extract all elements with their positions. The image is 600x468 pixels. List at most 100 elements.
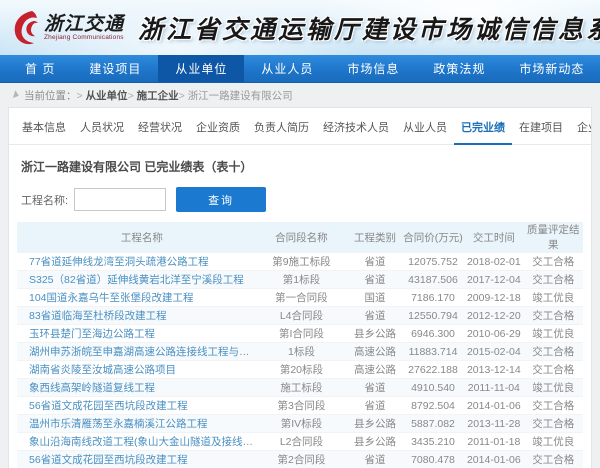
column-header-contract-section: 合同段名称 [255, 222, 348, 253]
tab[interactable]: 在建项目 [512, 117, 570, 145]
table-header-row: 工程名称 合同段名称 工程类别 合同价(万元) 交工时间 质量评定结果 [17, 222, 583, 253]
project-name-link[interactable]: 83省道临海至杜桥段改建工程 [29, 310, 167, 322]
quality-result-cell: 交工合格 [524, 397, 583, 415]
contract-section-cell: 第1标段 [255, 271, 348, 289]
filter-row: 工程名称: 查询 [21, 187, 579, 212]
tab[interactable]: 从业人员 [396, 117, 454, 145]
table-row: 象西线高架岭隧道复线工程 施工标段 省道 4910.540 2011-11-04… [17, 379, 583, 397]
breadcrumb-item[interactable]: 浙江一路建设有限公司 [179, 88, 293, 103]
table-row: 104国道永嘉乌牛至张堡段改建工程 第一合同段 国道 7186.170 2009… [17, 289, 583, 307]
contract-price-cell: 3435.210 [402, 433, 464, 451]
tab[interactable]: 基本信息 [15, 117, 73, 145]
company-detail-card: 基本信息 人员状况 经营状况 企业资质 负责人简历 经济技术人员 从业人员 已完… [8, 107, 592, 468]
tab[interactable]: 已完业绩 [454, 117, 512, 145]
column-header-project-category: 工程类别 [348, 222, 402, 253]
handover-date-cell: 2013-12-14 [464, 361, 523, 379]
project-name-link[interactable]: S325（82省道）延伸线黄岩北洋至宁溪段工程 [29, 274, 244, 286]
project-name-link[interactable]: 56省道文成花园至西坑段改建工程 [29, 454, 188, 466]
completed-projects-table: 工程名称 合同段名称 工程类别 合同价(万元) 交工时间 质量评定结果 77省道… [17, 222, 583, 468]
handover-date-cell: 2017-12-04 [464, 271, 523, 289]
project-name-link[interactable]: 湖南省炎陵至汝城高速公路项目 [29, 364, 176, 376]
contract-price-cell: 27622.188 [402, 361, 464, 379]
contract-price-cell: 43187.506 [402, 271, 464, 289]
site-title: 浙江省交通运输厅建设市场诚信信息系统 [138, 10, 600, 46]
tab[interactable]: 企业科技 [570, 117, 592, 145]
quality-result-cell: 交工合格 [524, 451, 583, 468]
breadcrumb-item[interactable]: 从业单位 [77, 88, 128, 103]
table-row: 77省道延伸线龙湾至洞头疏港公路工程 第9施工标段 省道 12075.752 2… [17, 253, 583, 271]
column-header-project-name: 工程名称 [17, 222, 255, 253]
breadcrumb: 当前位置： 从业单位 施工企业 浙江一路建设有限公司 [0, 83, 600, 107]
table-row: 温州市乐清雁荡至永嘉楠溪江公路工程 第IV标段 县乡公路 5887.082 20… [17, 415, 583, 433]
project-name-cell: S325（82省道）延伸线黄岩北洋至宁溪段工程 [17, 271, 255, 289]
handover-date-cell: 2011-01-18 [464, 433, 523, 451]
quality-result-cell: 竣工优良 [524, 325, 583, 343]
handover-date-cell: 2014-01-06 [464, 397, 523, 415]
column-header-handover-date: 交工时间 [464, 222, 523, 253]
tab[interactable]: 人员状况 [73, 117, 131, 145]
project-name-link[interactable]: 77省道延伸线龙湾至洞头疏港公路工程 [29, 256, 209, 268]
project-name-link[interactable]: 56省道文成花园至西坑段改建工程 [29, 400, 188, 412]
tab[interactable]: 经营状况 [131, 117, 189, 145]
table-row: 56省道文成花园至西坑段改建工程 第2合同段 省道 7080.478 2014-… [17, 451, 583, 468]
project-name-cell: 56省道文成花园至西坑段改建工程 [17, 397, 255, 415]
logo-text-en: Zhejiang Communications [44, 34, 124, 41]
handover-date-cell: 2018-02-01 [464, 253, 523, 271]
nav-item[interactable]: 市场信息 [330, 55, 416, 82]
nav-item[interactable]: 政策法规 [416, 55, 502, 82]
project-name-cell: 温州市乐清雁荡至永嘉楠溪江公路工程 [17, 415, 255, 433]
nav-item[interactable]: 市场新动态 [502, 55, 600, 82]
handover-date-cell: 2009-12-18 [464, 289, 523, 307]
quality-result-cell: 竣工优良 [524, 289, 583, 307]
quality-result-cell: 竣工优良 [524, 433, 583, 451]
nav-item[interactable]: 建设项目 [72, 55, 158, 82]
nav-item[interactable]: 从业单位 [158, 55, 244, 82]
quality-result-cell: 竣工优良 [524, 379, 583, 397]
contract-section-cell: 第IV标段 [255, 415, 348, 433]
quality-result-cell: 交工合格 [524, 253, 583, 271]
project-category-cell: 高速公路 [348, 361, 402, 379]
project-category-cell: 县乡公路 [348, 433, 402, 451]
project-name-link[interactable]: 湖州申苏浙皖至申嘉湖高速公路连接线工程与吴兴大道交叉段设计变更施工 [29, 346, 255, 358]
logo-text-cn: 浙江交通 [44, 14, 124, 34]
handover-date-cell: 2010-06-29 [464, 325, 523, 343]
table-row: S325（82省道）延伸线黄岩北洋至宁溪段工程 第1标段 省道 43187.50… [17, 271, 583, 289]
search-button[interactable]: 查询 [176, 187, 266, 212]
project-name-label: 工程名称: [21, 192, 68, 208]
table-row: 象山沿海南线改道工程(象山大金山隧道及接线工程) L2合同段 县乡公路 3435… [17, 433, 583, 451]
project-name-link[interactable]: 象西线高架岭隧道复线工程 [29, 382, 155, 394]
project-name-link[interactable]: 象山沿海南线改道工程(象山大金山隧道及接线工程) [29, 436, 255, 448]
quality-result-cell: 交工合格 [524, 415, 583, 433]
project-name-link[interactable]: 温州市乐清雁荡至永嘉楠溪江公路工程 [29, 418, 208, 430]
project-name-link[interactable]: 104国道永嘉乌牛至张堡段改建工程 [29, 292, 194, 304]
tab[interactable]: 经济技术人员 [316, 117, 396, 145]
project-category-cell: 高速公路 [348, 343, 402, 361]
contract-section-cell: L2合同段 [255, 433, 348, 451]
company-tabs: 基本信息 人员状况 经营状况 企业资质 负责人简历 经济技术人员 从业人员 已完… [9, 108, 591, 145]
breadcrumb-prefix: 当前位置： [24, 88, 77, 103]
site-header: 浙江交通 Zhejiang Communications 浙江省交通运输厅建设市… [0, 0, 600, 55]
project-name-cell: 玉环县楚门至海边公路工程 [17, 325, 255, 343]
tab[interactable]: 企业资质 [189, 117, 247, 145]
project-category-cell: 县乡公路 [348, 415, 402, 433]
project-category-cell: 省道 [348, 271, 402, 289]
handover-date-cell: 2011-11-04 [464, 379, 523, 397]
project-name-cell: 77省道延伸线龙湾至洞头疏港公路工程 [17, 253, 255, 271]
nav-item[interactable]: 从业人员 [244, 55, 330, 82]
nav-item[interactable]: 首 页 [8, 55, 72, 82]
contract-section-cell: 第3合同段 [255, 397, 348, 415]
table-row: 湖州申苏浙皖至申嘉湖高速公路连接线工程与吴兴大道交叉段设计变更施工 1标段 高速… [17, 343, 583, 361]
project-name-link[interactable]: 玉环县楚门至海边公路工程 [29, 328, 155, 340]
contract-price-cell: 4910.540 [402, 379, 464, 397]
tab[interactable]: 负责人简历 [247, 117, 316, 145]
contract-section-cell: 1标段 [255, 343, 348, 361]
project-category-cell: 省道 [348, 397, 402, 415]
project-name-cell: 83省道临海至杜桥段改建工程 [17, 307, 255, 325]
quality-result-cell: 交工合格 [524, 343, 583, 361]
contract-section-cell: 第一合同段 [255, 289, 348, 307]
contract-price-cell: 5887.082 [402, 415, 464, 433]
breadcrumb-item[interactable]: 施工企业 [128, 88, 179, 103]
project-name-input[interactable] [74, 188, 166, 211]
contract-price-cell: 8792.504 [402, 397, 464, 415]
column-header-contract-price: 合同价(万元) [402, 222, 464, 253]
